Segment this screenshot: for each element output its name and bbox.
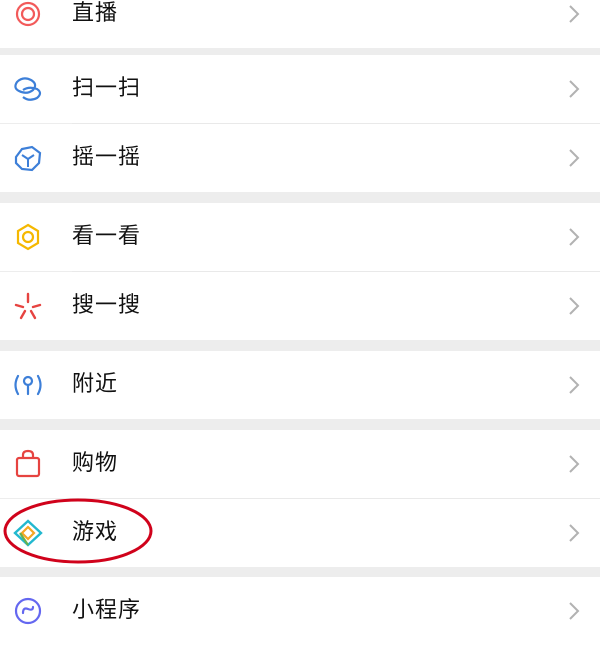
mini-program-icon bbox=[8, 595, 48, 627]
menu-item-look[interactable]: 看一看 bbox=[0, 203, 600, 271]
menu-item-live[interactable]: 直播 bbox=[0, 0, 600, 48]
look-icon bbox=[8, 221, 48, 253]
search-icon bbox=[8, 290, 48, 322]
menu-item-label: 扫一扫 bbox=[72, 76, 142, 101]
menu-item-label: 小程序 bbox=[72, 598, 142, 623]
live-icon bbox=[8, 0, 48, 30]
menu-item-label: 附近 bbox=[72, 372, 119, 397]
menu-item-label: 看一看 bbox=[72, 224, 142, 249]
menu-item-shake[interactable]: 摇一摇 bbox=[0, 124, 600, 192]
chevron-right-icon bbox=[564, 124, 584, 192]
chevron-right-icon bbox=[564, 430, 584, 498]
chevron-right-icon bbox=[564, 499, 584, 567]
shake-icon bbox=[8, 142, 48, 174]
chevron-right-icon bbox=[564, 203, 584, 271]
annotation-ellipse bbox=[3, 498, 153, 564]
scan-icon bbox=[8, 73, 48, 105]
shopping-bag-icon bbox=[8, 448, 48, 480]
menu-item-label: 搜一搜 bbox=[72, 293, 142, 318]
menu-item-label: 摇一摇 bbox=[72, 145, 142, 170]
menu-item-search[interactable]: 搜一搜 bbox=[0, 272, 600, 340]
chevron-right-icon bbox=[564, 577, 584, 645]
chevron-right-icon bbox=[564, 351, 584, 419]
nearby-icon bbox=[8, 369, 48, 401]
menu-item-label: 直播 bbox=[72, 1, 119, 26]
chevron-right-icon bbox=[564, 0, 584, 48]
menu-item-shopping[interactable]: 购物 bbox=[0, 430, 600, 498]
chevron-right-icon bbox=[564, 272, 584, 340]
chevron-right-icon bbox=[564, 55, 584, 123]
menu-item-label: 购物 bbox=[72, 451, 119, 476]
menu-item-mini-program[interactable]: 小程序 bbox=[0, 577, 600, 645]
menu-item-scan[interactable]: 扫一扫 bbox=[0, 55, 600, 123]
menu-item-nearby[interactable]: 附近 bbox=[0, 351, 600, 419]
